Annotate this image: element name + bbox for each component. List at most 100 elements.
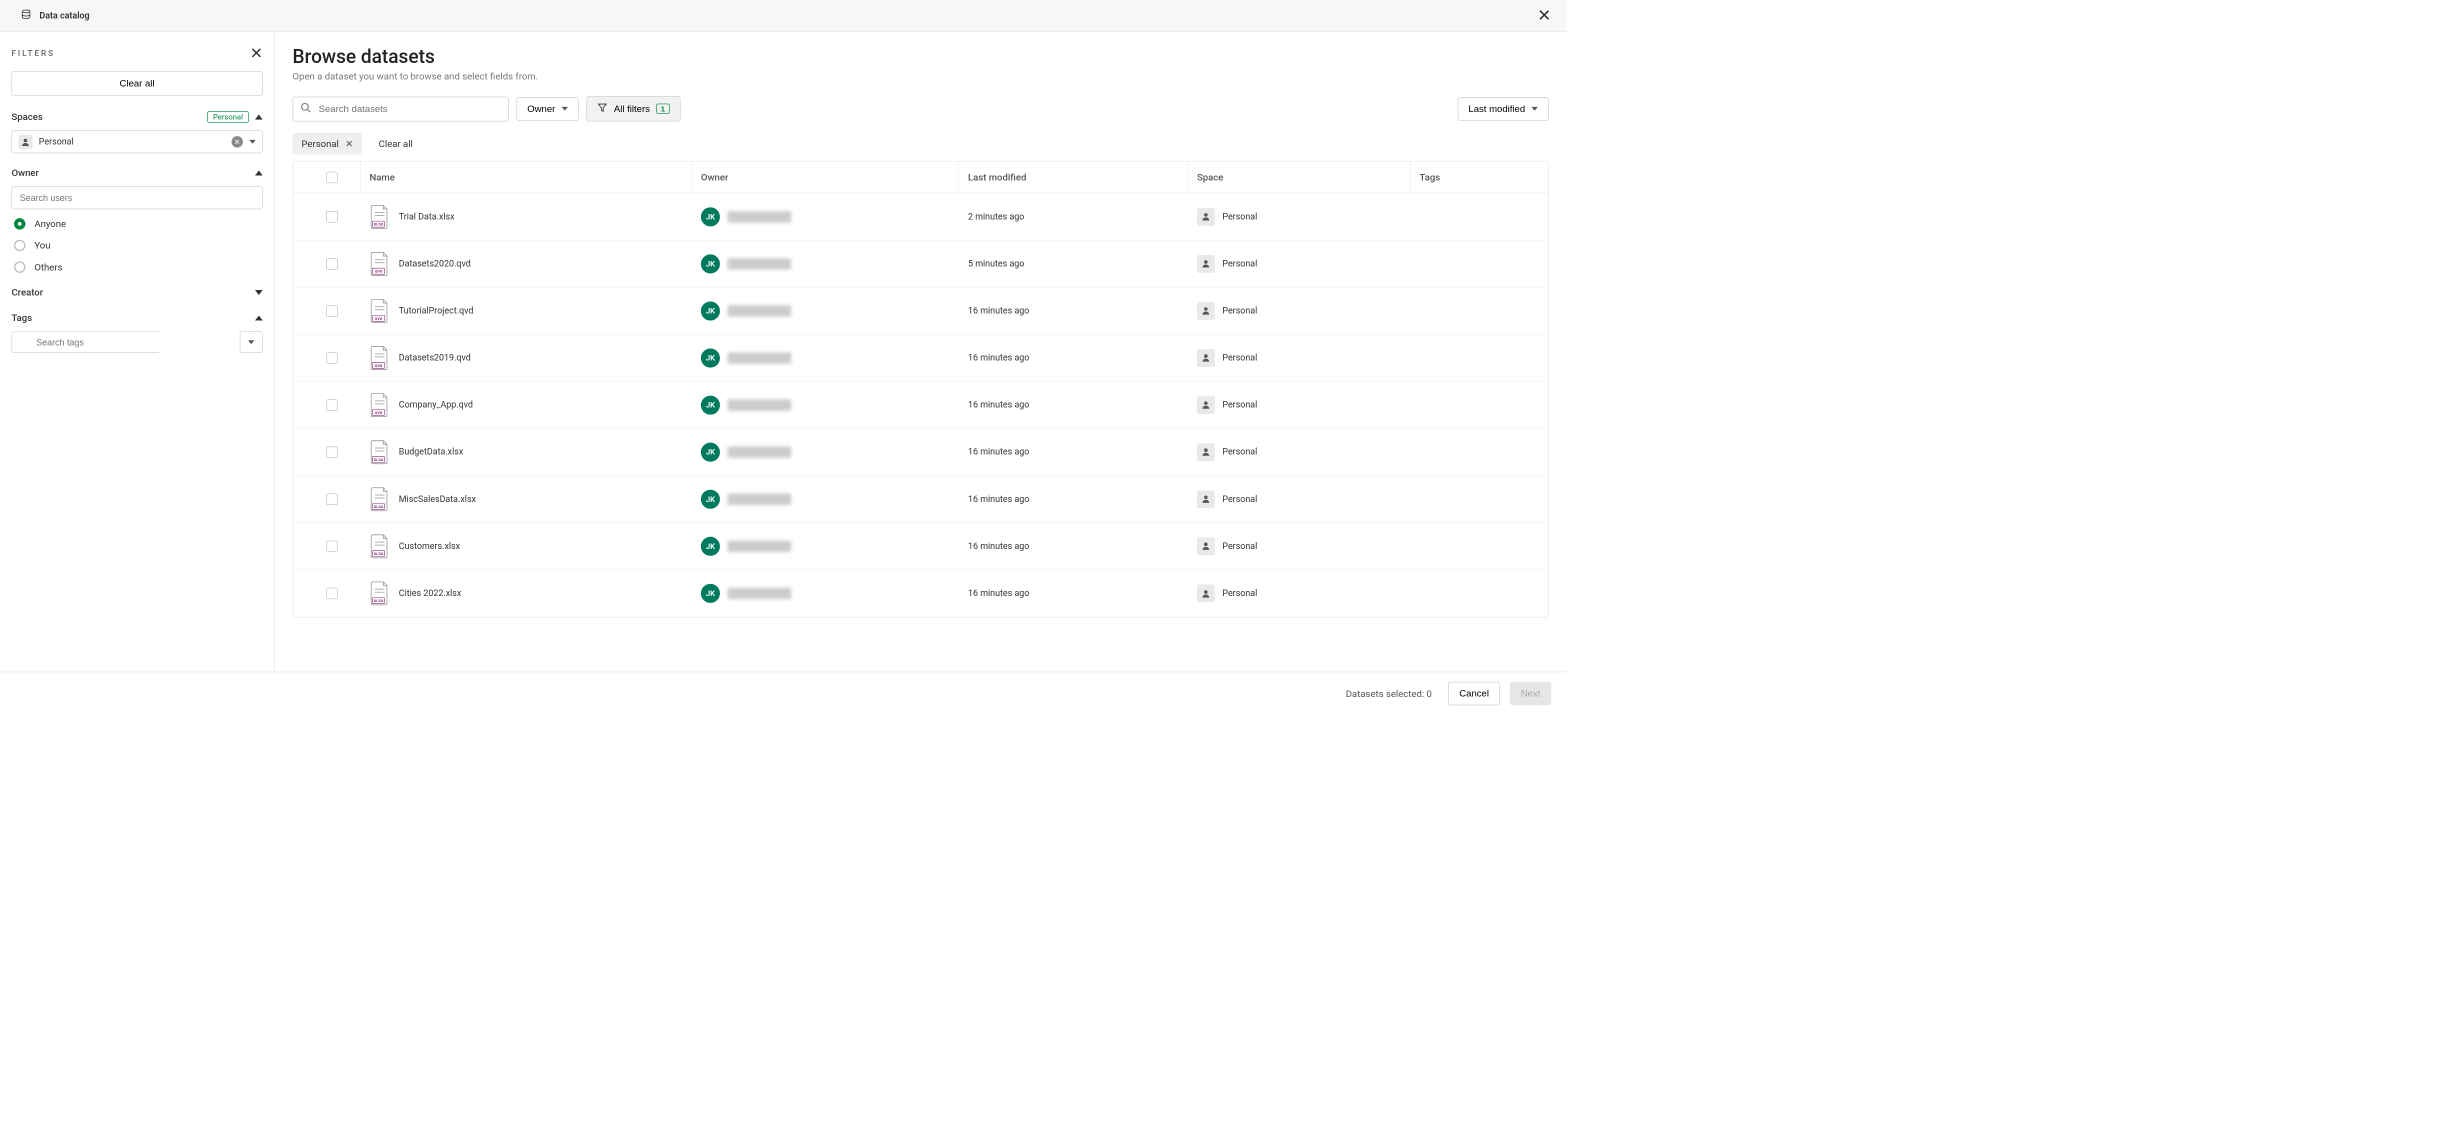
svg-text:QVD: QVD bbox=[375, 315, 383, 320]
col-space[interactable]: Space bbox=[1188, 162, 1411, 193]
page-title: Browse datasets bbox=[293, 46, 1549, 68]
filter-section-tags: Tags bbox=[11, 312, 262, 353]
tags-dropdown-button[interactable] bbox=[240, 331, 263, 353]
file-xlsx-icon: XLSX bbox=[370, 486, 390, 511]
person-icon bbox=[1197, 349, 1215, 367]
pill-remove-icon[interactable]: ✕ bbox=[345, 138, 353, 149]
file-xlsx-icon: XLSX bbox=[370, 581, 390, 606]
person-icon bbox=[1197, 537, 1215, 555]
next-button[interactable]: Next bbox=[1510, 682, 1551, 706]
clear-all-pills-button[interactable]: Clear all bbox=[372, 133, 419, 155]
close-filters-button[interactable]: ✕ bbox=[250, 46, 263, 61]
radio-icon bbox=[14, 261, 25, 272]
sort-dropdown-button[interactable]: Last modified bbox=[1458, 97, 1549, 121]
row-checkbox[interactable] bbox=[326, 540, 337, 551]
tags-section-toggle[interactable]: Tags bbox=[11, 312, 262, 323]
owner-avatar: JK bbox=[701, 301, 720, 320]
chevron-up-icon bbox=[255, 315, 263, 320]
row-checkbox[interactable] bbox=[326, 258, 337, 269]
spaces-select[interactable]: Personal ✕ bbox=[11, 130, 262, 153]
filter-pill-personal[interactable]: Personal ✕ bbox=[293, 133, 363, 155]
modified-time: 16 minutes ago bbox=[959, 353, 1188, 363]
owner-avatar: JK bbox=[701, 254, 720, 273]
modified-time: 16 minutes ago bbox=[959, 306, 1188, 316]
spaces-badge: Personal bbox=[207, 111, 248, 122]
spaces-title: Spaces bbox=[11, 111, 42, 122]
row-checkbox[interactable] bbox=[326, 305, 337, 316]
radio-label: Others bbox=[34, 261, 62, 272]
col-name[interactable]: Name bbox=[361, 162, 692, 193]
owner-section-toggle[interactable]: Owner bbox=[11, 167, 262, 178]
creator-section-toggle[interactable]: Creator bbox=[11, 287, 262, 298]
person-icon bbox=[1197, 490, 1215, 508]
col-modified[interactable]: Last modified bbox=[959, 162, 1188, 193]
file-qvd-icon: QVD bbox=[370, 392, 390, 417]
owner-avatar: JK bbox=[701, 584, 720, 603]
row-checkbox[interactable] bbox=[326, 493, 337, 504]
owner-radio-you[interactable]: You bbox=[14, 240, 263, 251]
row-checkbox[interactable] bbox=[326, 352, 337, 363]
owner-title: Owner bbox=[11, 167, 38, 178]
file-qvd-icon: QVD bbox=[370, 298, 390, 323]
table-row[interactable]: XLSX MiscSalesData.xlsx JK 16 minutes ag… bbox=[293, 476, 1548, 523]
select-all-checkbox[interactable] bbox=[326, 171, 337, 182]
col-owner[interactable]: Owner bbox=[692, 162, 959, 193]
owner-name-redacted bbox=[728, 211, 792, 222]
catalog-icon bbox=[20, 9, 31, 23]
modified-time: 16 minutes ago bbox=[959, 494, 1188, 504]
tags-search-input[interactable] bbox=[11, 331, 159, 353]
owner-radio-others[interactable]: Others bbox=[14, 261, 263, 272]
space-name: Personal bbox=[1222, 541, 1257, 551]
row-checkbox[interactable] bbox=[326, 399, 337, 410]
clear-all-filters-button[interactable]: Clear all bbox=[11, 71, 262, 96]
chevron-down-icon bbox=[249, 140, 255, 144]
file-xlsx-icon: XLSX bbox=[370, 533, 390, 558]
dataset-name: TutorialProject.qvd bbox=[399, 306, 474, 316]
owner-name-redacted bbox=[728, 588, 792, 599]
col-tags[interactable]: Tags bbox=[1411, 162, 1538, 193]
search-datasets-input[interactable] bbox=[293, 96, 509, 121]
person-icon bbox=[1197, 584, 1215, 602]
radio-icon bbox=[14, 240, 25, 251]
radio-label: You bbox=[34, 240, 50, 251]
owner-dropdown-button[interactable]: Owner bbox=[516, 97, 578, 121]
owner-name-redacted bbox=[728, 399, 792, 410]
table-row[interactable]: XLSX BudgetData.xlsx JK 16 minutes ago P… bbox=[293, 429, 1548, 476]
owner-radio-anyone[interactable]: Anyone bbox=[14, 218, 263, 229]
row-checkbox[interactable] bbox=[326, 211, 337, 222]
owner-name-redacted bbox=[728, 258, 792, 269]
spaces-section-toggle[interactable]: Spaces Personal bbox=[11, 111, 262, 122]
file-qvd-icon: QVD bbox=[370, 251, 390, 276]
tags-title: Tags bbox=[11, 312, 32, 323]
chevron-up-icon bbox=[255, 114, 263, 119]
dataset-name: Trial Data.xlsx bbox=[399, 211, 455, 221]
owner-search-input[interactable] bbox=[11, 186, 262, 209]
cancel-button[interactable]: Cancel bbox=[1448, 682, 1499, 706]
row-checkbox[interactable] bbox=[326, 446, 337, 457]
table-row[interactable]: XLSX Trial Data.xlsx JK 2 minutes ago Pe… bbox=[293, 193, 1548, 240]
dataset-name: MiscSalesData.xlsx bbox=[399, 494, 476, 504]
modified-time: 5 minutes ago bbox=[959, 259, 1188, 269]
table-row[interactable]: QVD Datasets2020.qvd JK 5 minutes ago Pe… bbox=[293, 240, 1548, 287]
table-row[interactable]: QVD Datasets2019.qvd JK 16 minutes ago P… bbox=[293, 335, 1548, 382]
table-row[interactable]: QVD Company_App.qvd JK 16 minutes ago Pe… bbox=[293, 382, 1548, 429]
row-checkbox[interactable] bbox=[326, 588, 337, 599]
dataset-name: Datasets2019.qvd bbox=[399, 353, 471, 363]
selected-count-label: Datasets selected: 0 bbox=[1346, 688, 1432, 699]
table-row[interactable]: XLSX Customers.xlsx JK 16 minutes ago Pe… bbox=[293, 523, 1548, 570]
table-row[interactable]: XLSX Cities 2022.xlsx JK 16 minutes ago … bbox=[293, 570, 1548, 617]
clear-space-button[interactable]: ✕ bbox=[232, 136, 243, 147]
svg-text:XLSX: XLSX bbox=[374, 551, 384, 556]
person-icon bbox=[18, 135, 32, 149]
chevron-down-icon bbox=[248, 340, 254, 344]
all-filters-button[interactable]: All filters 1 bbox=[587, 96, 681, 121]
close-dialog-button[interactable]: ✕ bbox=[1535, 5, 1554, 27]
chevron-down-icon bbox=[562, 107, 568, 111]
spaces-selected-value: Personal bbox=[39, 137, 74, 147]
svg-text:QVD: QVD bbox=[375, 410, 383, 415]
space-name: Personal bbox=[1222, 588, 1257, 598]
person-icon bbox=[1197, 443, 1215, 461]
modified-time: 2 minutes ago bbox=[959, 211, 1188, 221]
table-row[interactable]: QVD TutorialProject.qvd JK 16 minutes ag… bbox=[293, 287, 1548, 334]
person-icon bbox=[1197, 255, 1215, 273]
